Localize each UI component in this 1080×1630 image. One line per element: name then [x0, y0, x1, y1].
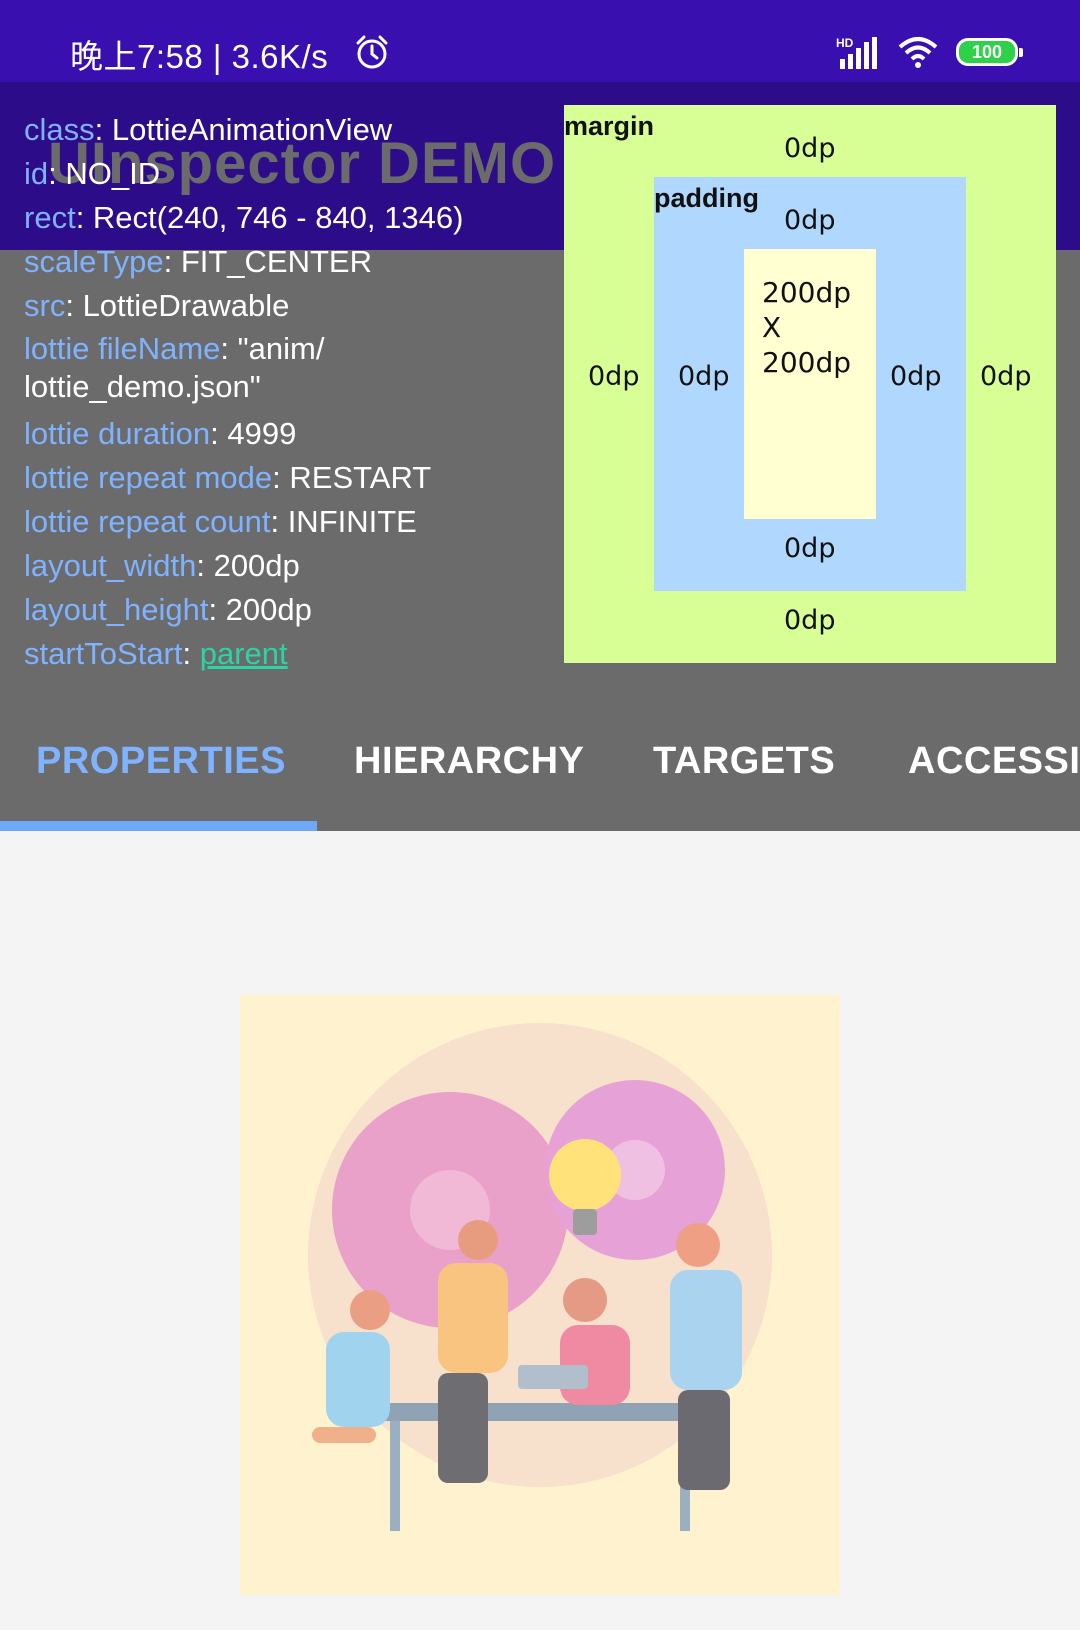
box-model-margin: margin 0dp 0dp 0dp 0dp padding 0dp 0dp 0… [564, 105, 1056, 663]
tab-targets[interactable]: TARGETS [653, 740, 835, 783]
prop-layout-width: layout_width: 200dp [24, 548, 300, 583]
network-speed: 3.6K/s [231, 38, 329, 75]
margin-bottom-value: 0dp [784, 605, 836, 636]
padding-right-value: 0dp [890, 361, 942, 392]
tab-accessibility[interactable]: ACCESSI [908, 740, 1080, 783]
prop-class: class: LottieAnimationView [24, 112, 393, 147]
status-time: 晚上7:58 | 3.6K/s [70, 30, 328, 78]
status-icons: HD 100 [836, 34, 1023, 70]
clock-text: 晚上7:58 [70, 38, 204, 75]
prop-scale-type: scaleType: FIT_CENTER [24, 244, 372, 279]
lottie-animation-view[interactable] [240, 995, 840, 1595]
tab-indicator [0, 821, 317, 831]
margin-top-value: 0dp [784, 133, 836, 164]
prop-lottie-repeat-mode: lottie repeat mode: RESTART [24, 460, 432, 495]
prop-layout-height: layout_height: 200dp [24, 592, 312, 627]
signal-icon: HD [836, 36, 877, 69]
tab-properties[interactable]: PROPERTIES [36, 740, 286, 783]
prop-lottie-filename: lottie fileName: "anim/ lottie_demo.json… [24, 331, 325, 404]
box-model-padding: padding 0dp 0dp 0dp 0dp 200dp X 200dp [654, 177, 966, 591]
prop-start-to-start: startToStart: parent [24, 636, 288, 671]
padding-label: padding [654, 183, 759, 213]
separator: | [212, 38, 232, 75]
margin-label: margin [564, 111, 655, 141]
wifi-icon [898, 37, 938, 68]
box-model-content: 200dp X 200dp [744, 249, 876, 519]
prop-lottie-duration: lottie duration: 4999 [24, 416, 297, 451]
properties-panel: class: LottieAnimationView id: NO_ID rec… [24, 108, 544, 676]
tab-hierarchy[interactable]: HIERARCHY [354, 740, 584, 783]
margin-left-value: 0dp [588, 361, 640, 392]
svg-text:HD: HD [836, 36, 854, 50]
prop-src: src: LottieDrawable [24, 288, 290, 323]
margin-right-value: 0dp [980, 361, 1032, 392]
inspector-tabs: PROPERTIES HIERARCHY TARGETS ACCESSI [0, 690, 1080, 831]
prop-lottie-repeat-count: lottie repeat count: INFINITE [24, 504, 417, 539]
alarm-clock-icon [356, 35, 388, 69]
padding-bottom-value: 0dp [784, 533, 836, 564]
content-height: 200dp [762, 346, 851, 379]
prop-rect: rect: Rect(240, 746 - 840, 1346) [24, 200, 464, 235]
parent-link[interactable]: parent [200, 636, 288, 671]
content-width: 200dp [762, 276, 851, 309]
prop-id: id: NO_ID [24, 156, 161, 191]
content-size: 200dp X 200dp [762, 275, 851, 380]
demo-content [0, 831, 1080, 1630]
teamwork-illustration [308, 1023, 772, 1531]
status-bar: 晚上7:58 | 3.6K/s HD 100 [0, 0, 1080, 82]
padding-top-value: 0dp [784, 205, 836, 236]
battery-icon: 100 [956, 38, 1023, 66]
content-times: X [762, 311, 782, 344]
padding-left-value: 0dp [678, 361, 730, 392]
battery-level: 100 [971, 41, 1003, 62]
